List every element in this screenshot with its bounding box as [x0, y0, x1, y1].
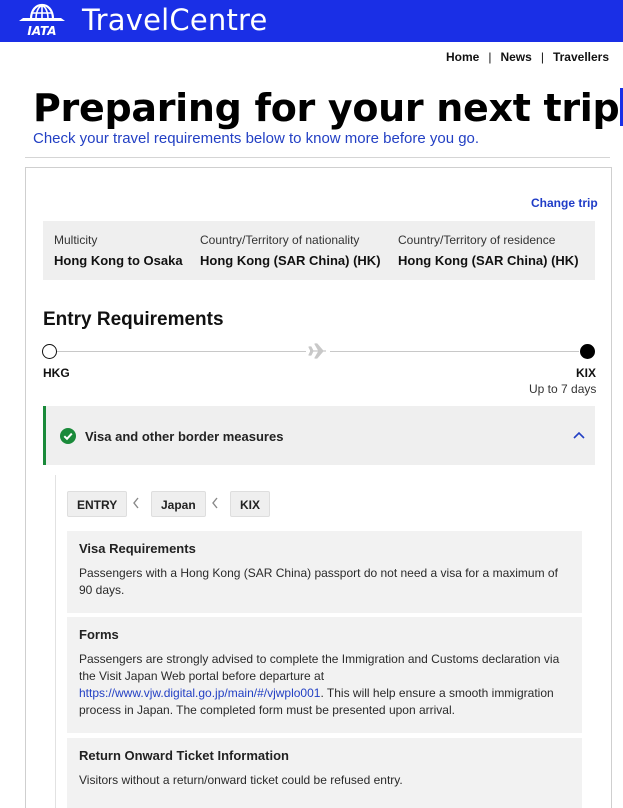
section-title: Visa Requirements: [79, 541, 196, 556]
destination-code: KIX: [576, 366, 597, 380]
return-ticket-section: Return Onward Ticket Information Visitor…: [67, 738, 582, 808]
nav-news[interactable]: News: [500, 50, 531, 64]
check-circle-icon: [60, 428, 76, 444]
trip-summary: Multicity Hong Kong to Osaka Country/Ter…: [43, 221, 595, 280]
breadcrumb-entry[interactable]: ENTRY: [67, 491, 128, 517]
accordion-title: Visa and other border measures: [85, 429, 284, 444]
nav-travellers[interactable]: Travellers: [553, 50, 609, 64]
summary-value: Hong Kong (SAR China) (HK): [398, 253, 579, 268]
forms-section: Forms Passengers are strongly advised to…: [67, 617, 582, 733]
breadcrumb-airport[interactable]: KIX: [230, 491, 271, 517]
brand-name[interactable]: TravelCentre: [82, 3, 268, 37]
chevron-left-icon: [133, 497, 139, 509]
summary-label: Country/Territory of nationality: [200, 233, 360, 247]
chevron-left-icon: [212, 497, 218, 509]
entry-requirements-heading: Entry Requirements: [43, 309, 224, 330]
nav-home[interactable]: Home: [446, 50, 479, 64]
section-title: Forms: [79, 627, 119, 642]
page-subtitle: Check your travel requirements below to …: [33, 130, 480, 147]
logo-text: IATA: [27, 24, 56, 37]
nav-separator: |: [540, 50, 544, 64]
summary-value: Hong Kong to Osaka: [54, 253, 183, 268]
divider: [25, 157, 610, 158]
section-title: Return Onward Ticket Information: [79, 748, 289, 763]
iata-globe-logo[interactable]: IATA: [17, 3, 67, 37]
summary-itinerary: Multicity Hong Kong to Osaka: [54, 233, 183, 268]
summary-nationality: Country/Territory of nationality Hong Ko…: [200, 233, 381, 268]
summary-label: Multicity: [54, 233, 98, 247]
section-body: Passengers with a Hong Kong (SAR China) …: [79, 566, 558, 597]
page-title: Preparing for your next trip?: [33, 86, 623, 130]
section-body: Passengers are strongly advised to compl…: [79, 651, 570, 719]
nav-separator: |: [488, 50, 492, 64]
breadcrumb-country[interactable]: Japan: [151, 491, 206, 517]
visit-japan-web-link[interactable]: https://www.vjw.digital.go.jp/main/#/vjw…: [79, 686, 320, 700]
origin-dot: [42, 344, 57, 359]
section-text: Passengers are strongly advised to compl…: [79, 652, 560, 683]
destination-dot: [580, 344, 595, 359]
summary-value: Hong Kong (SAR China) (HK): [200, 253, 381, 268]
top-bar: IATA TravelCentre: [0, 0, 623, 42]
change-trip-link[interactable]: Change trip: [531, 196, 598, 210]
stay-duration: Up to 7 days: [529, 382, 597, 396]
summary-label: Country/Territory of residence: [398, 233, 556, 247]
visa-requirements-section: Visa Requirements Passengers with a Hong…: [67, 531, 582, 613]
visa-border-accordion[interactable]: Visa and other border measures: [43, 406, 595, 465]
top-nav: Home | News | Travellers: [446, 50, 609, 64]
summary-residence: Country/Territory of residence Hong Kong…: [398, 233, 579, 268]
plane-icon: [306, 341, 330, 361]
chevron-up-icon[interactable]: [573, 430, 585, 440]
section-indent-line: [55, 475, 56, 808]
origin-code: HKG: [43, 366, 70, 380]
section-body: Visitors without a return/onward ticket …: [79, 773, 403, 787]
